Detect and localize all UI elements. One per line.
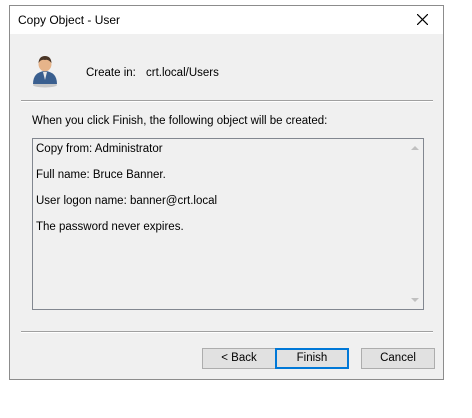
create-in-label: Create in: xyxy=(86,67,136,79)
summary-line-logon-name: User logon name: banner@crt.local xyxy=(36,195,218,207)
window-title: Copy Object - User xyxy=(18,13,121,27)
summary-line-password: The password never expires. xyxy=(36,221,184,233)
close-icon xyxy=(417,14,428,25)
back-button[interactable]: < Back xyxy=(202,348,276,369)
user-icon xyxy=(33,56,57,88)
header-area: Create in: crt.local/Users xyxy=(10,34,443,100)
footer-divider xyxy=(21,331,433,333)
scroll-down-arrow-icon[interactable] xyxy=(411,298,419,302)
summary-line-copy-from: Copy from: Administrator xyxy=(36,143,163,155)
copy-object-dialog: Copy Object - User Create in: crt.local/… xyxy=(9,5,444,380)
finish-button[interactable]: Finish xyxy=(275,348,349,369)
title-bar: Copy Object - User xyxy=(10,6,443,34)
cancel-button[interactable]: Cancel xyxy=(361,348,435,369)
create-in-path: crt.local/Users xyxy=(146,67,219,79)
summary-line-full-name: Full name: Bruce Banner. xyxy=(36,169,166,181)
scroll-up-arrow-icon[interactable] xyxy=(411,146,419,150)
summary-textbox[interactable]: Copy from: Administrator Full name: Bruc… xyxy=(32,138,424,310)
close-button[interactable] xyxy=(403,6,443,34)
vertical-scrollbar[interactable] xyxy=(407,139,423,309)
info-text: When you click Finish, the following obj… xyxy=(32,115,328,127)
header-divider xyxy=(21,100,433,102)
